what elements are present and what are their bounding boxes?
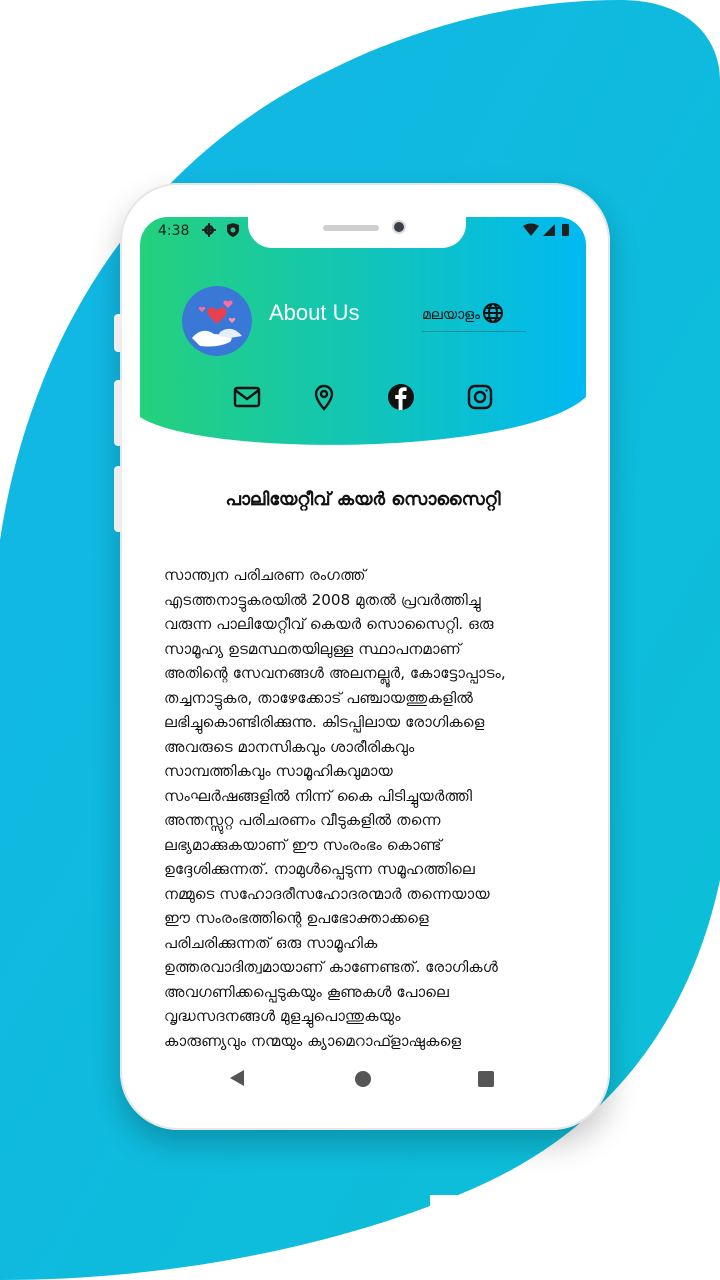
speaker-grille: [323, 225, 379, 231]
back-icon[interactable]: [230, 1070, 244, 1086]
phone-side-button: [114, 314, 122, 352]
settings-icon: [201, 222, 217, 242]
app-screen: 4:38 About Us മലയാളം പാലിയേറ്റീവ് കയർ സൊ…: [140, 217, 586, 1107]
section-title: പാലിയേറ്റീവ് കയർ സൊസൈറ്റി: [225, 489, 501, 510]
about-body-text: സാന്ത്വന പരിചരണ രംഗത്ത് എടത്തനാട്ടുകരയിൽ…: [164, 566, 506, 1050]
location-pin-icon[interactable]: [309, 382, 339, 412]
recents-icon[interactable]: [478, 1071, 494, 1087]
wifi-icon: [523, 223, 539, 236]
mail-icon[interactable]: [232, 382, 262, 412]
front-camera: [394, 222, 404, 232]
facebook-icon[interactable]: [386, 382, 416, 412]
status-time: 4:38: [158, 223, 190, 239]
home-icon[interactable]: [355, 1071, 371, 1087]
phone-notch: [248, 217, 466, 248]
system-nav-bar: [140, 1059, 586, 1099]
globe-icon: [482, 302, 504, 328]
page-title: About Us: [269, 300, 360, 325]
instagram-icon[interactable]: [465, 382, 495, 412]
phone-side-button: [114, 466, 122, 532]
app-logo: [182, 286, 252, 356]
language-label: മലയാളം: [422, 307, 481, 323]
shield-icon: [226, 222, 240, 242]
phone-side-button: [114, 380, 122, 446]
battery-icon: [562, 224, 569, 236]
signal-icon: [543, 224, 555, 236]
language-button[interactable]: മലയാളം: [422, 299, 526, 332]
status-icons: [521, 222, 571, 242]
